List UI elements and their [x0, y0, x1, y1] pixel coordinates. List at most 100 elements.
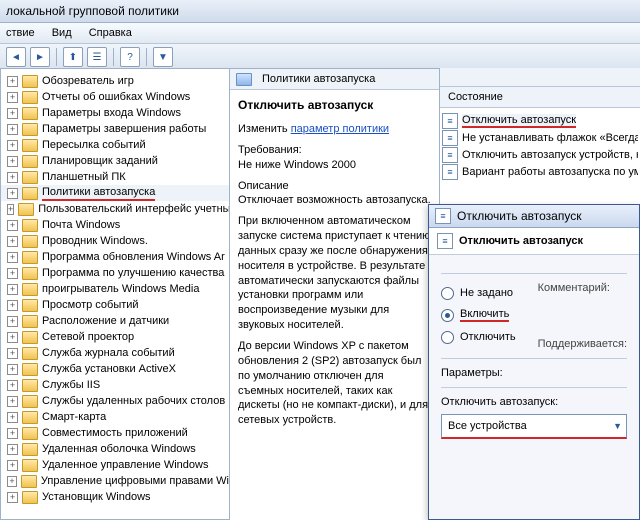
- tree-node[interactable]: +Программа по улучшению качества: [1, 265, 229, 281]
- tree-node[interactable]: +Удаленная оболочка Windows: [1, 441, 229, 457]
- expand-icon[interactable]: +: [7, 428, 18, 439]
- expand-icon[interactable]: +: [7, 476, 17, 487]
- expand-icon[interactable]: +: [7, 172, 18, 183]
- tree-node-label: Почта Windows: [42, 219, 120, 231]
- menu-view[interactable]: Вид: [52, 27, 72, 39]
- tree-node[interactable]: +Расположение и датчики: [1, 313, 229, 329]
- tree-node[interactable]: + Почта Windows: [1, 217, 229, 233]
- expand-icon[interactable]: +: [7, 380, 18, 391]
- radio-icon: [441, 287, 454, 300]
- expand-icon[interactable]: +: [7, 364, 18, 375]
- tree-node[interactable]: +Программа обновления Windows Ar: [1, 249, 229, 265]
- filter-icon[interactable]: ▼: [153, 47, 173, 67]
- tree-node[interactable]: +Управление цифровыми правами Wi: [1, 473, 229, 489]
- expand-icon[interactable]: +: [7, 156, 18, 167]
- help-icon[interactable]: ?: [120, 47, 140, 67]
- settings-item-label: Вариант работы автозапуска по умо.: [462, 166, 638, 178]
- tree-node[interactable]: +Смарт-карта: [1, 409, 229, 425]
- tree-node[interactable]: +Удаленное управление Windows: [1, 457, 229, 473]
- edit-policy-link[interactable]: параметр политики: [291, 123, 389, 135]
- expand-icon[interactable]: +: [7, 268, 18, 279]
- expand-icon[interactable]: +: [7, 492, 18, 503]
- menu-action[interactable]: ствие: [6, 27, 35, 39]
- expand-icon[interactable]: +: [7, 460, 18, 471]
- tree-node[interactable]: +Службы IIS: [1, 377, 229, 393]
- expand-icon[interactable]: +: [7, 92, 18, 103]
- folder-icon: [22, 235, 38, 248]
- up-icon[interactable]: ⬆: [63, 47, 83, 67]
- tree-node[interactable]: +Пересылка событий: [1, 137, 229, 153]
- folder-icon: [21, 475, 37, 488]
- radio-not-configured[interactable]: Не задано: [441, 282, 516, 304]
- folder-icon: [22, 331, 38, 344]
- tree-node[interactable]: +Параметры входа Windows: [1, 105, 229, 121]
- settings-list-item[interactable]: ≡Отключить автозапуск устройств, не: [442, 146, 638, 163]
- settings-list-item[interactable]: ≡Отключить автозапуск: [442, 112, 638, 129]
- tree-node[interactable]: + Просмотр событий: [1, 297, 229, 313]
- settings-list-item[interactable]: ≡Вариант работы автозапуска по умо.: [442, 163, 638, 180]
- expand-icon[interactable]: +: [7, 108, 18, 119]
- expand-icon[interactable]: +: [7, 284, 18, 295]
- expand-icon[interactable]: +: [7, 204, 14, 215]
- radio-disabled[interactable]: Отключить: [441, 326, 516, 348]
- expand-icon[interactable]: +: [7, 76, 18, 87]
- tree-node[interactable]: +Сетевой проектор: [1, 329, 229, 345]
- dialog-titlebar: ≡ Отключить автозапуск: [429, 205, 639, 228]
- autorun-scope-dropdown[interactable]: Все устройства ▼: [441, 414, 627, 439]
- folder-icon: [22, 91, 38, 104]
- expand-icon[interactable]: +: [7, 348, 18, 359]
- tree-node[interactable]: + Планшетный ПК: [1, 169, 229, 185]
- expand-icon[interactable]: +: [7, 220, 18, 231]
- expand-icon[interactable]: +: [7, 188, 18, 199]
- expand-icon[interactable]: +: [7, 396, 18, 407]
- description-text-1: Отключает возможность автозапуска.: [238, 194, 431, 206]
- tree-node[interactable]: +Отчеты об ошибках Windows: [1, 89, 229, 105]
- folder-icon: [22, 187, 38, 200]
- expand-icon[interactable]: +: [7, 412, 18, 423]
- menu-help[interactable]: Справка: [89, 27, 132, 39]
- toolbar-separator: [146, 48, 147, 66]
- requirements-value: Не ниже Windows 2000: [238, 159, 356, 171]
- supported-label: Поддерживается:: [538, 338, 627, 350]
- toolbar: ◄ ► ⬆ ☰ ? ▼: [0, 44, 640, 71]
- folder-icon: [22, 267, 38, 280]
- description-label: Описание: [238, 180, 289, 192]
- policy-tree[interactable]: +Обозреватель игр+Отчеты об ошибках Wind…: [0, 68, 230, 520]
- settings-list-item[interactable]: ≡Не устанавливать флажок «Всегда вы: [442, 129, 638, 146]
- folder-icon: [18, 203, 34, 216]
- expand-icon[interactable]: +: [7, 124, 18, 135]
- folder-icon: [22, 395, 38, 408]
- tree-node[interactable]: +проигрыватель Windows Media: [1, 281, 229, 297]
- folder-icon: [22, 347, 38, 360]
- expand-icon[interactable]: +: [7, 316, 18, 327]
- tree-node[interactable]: +Планировщик заданий: [1, 153, 229, 169]
- tree-node[interactable]: +Пользовательский интерфейс учетны: [1, 201, 229, 217]
- tree-node[interactable]: +Служба журнала событий: [1, 345, 229, 361]
- expand-icon[interactable]: +: [7, 252, 18, 263]
- expand-icon[interactable]: +: [7, 444, 18, 455]
- tree-node[interactable]: +Политики автозапуска: [1, 185, 229, 201]
- tree-node[interactable]: +Обозреватель игр: [1, 73, 229, 89]
- expand-icon[interactable]: +: [7, 332, 18, 343]
- expand-icon[interactable]: +: [7, 300, 18, 311]
- expand-icon[interactable]: +: [7, 140, 18, 151]
- tree-node[interactable]: +Службы удаленных рабочих столов: [1, 393, 229, 409]
- list-icon[interactable]: ☰: [87, 47, 107, 67]
- chevron-down-icon: ▼: [613, 421, 622, 431]
- forward-icon[interactable]: ►: [30, 47, 50, 67]
- settings-item-label: Отключить автозапуск: [462, 114, 576, 128]
- tree-node[interactable]: +Служба установки ActiveX: [1, 361, 229, 377]
- tree-node-label: Просмотр событий: [42, 299, 139, 311]
- tree-node[interactable]: +Параметры завершения работы: [1, 121, 229, 137]
- folder-icon: [236, 73, 252, 86]
- tree-node[interactable]: +Проводник Windows.: [1, 233, 229, 249]
- folder-icon: [22, 491, 38, 504]
- tree-node[interactable]: +Установщик Windows: [1, 489, 229, 505]
- radio-enabled[interactable]: Включить: [441, 304, 516, 326]
- policy-icon: ≡: [437, 233, 453, 249]
- tree-node-label: Планшетный ПК: [42, 171, 126, 183]
- back-icon[interactable]: ◄: [6, 47, 26, 67]
- expand-icon[interactable]: +: [7, 236, 18, 247]
- column-header-state[interactable]: Состояние: [440, 87, 640, 108]
- tree-node[interactable]: +Совместимость приложений: [1, 425, 229, 441]
